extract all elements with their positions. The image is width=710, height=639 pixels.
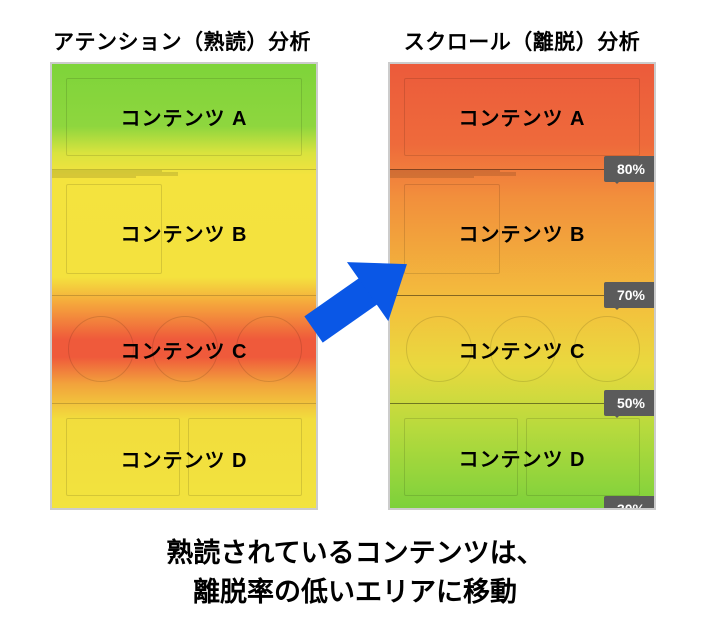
attention-row-a: コンテンツ A <box>52 64 316 170</box>
row-label-b: コンテンツ B <box>52 170 316 295</box>
scroll-row-a: コンテンツ A <box>390 64 654 170</box>
caption-line-2: 離脱率の低いエリアに移動 <box>0 573 710 612</box>
attention-row-b: コンテンツ B <box>52 170 316 296</box>
row-label-a: コンテンツ A <box>390 64 654 169</box>
scroll-badge-50: 50% <box>604 390 656 416</box>
scroll-badge-80: 80% <box>604 156 656 182</box>
scroll-heatmap-panel: コンテンツ A コンテンツ B コンテンツ C コンテンツ D 80% 70% … <box>388 62 656 510</box>
attention-row-d: コンテンツ D <box>52 404 316 510</box>
row-label-c: コンテンツ C <box>52 296 316 403</box>
scroll-badge-70: 70% <box>604 282 656 308</box>
scroll-panel-title: スクロール（離脱）分析 <box>382 26 662 56</box>
diagram-caption: 熟読されているコンテンツは、 離脱率の低いエリアに移動 <box>0 534 710 612</box>
scroll-badge-30: 30% <box>604 496 656 510</box>
attention-panel-title: アテンション（熟読）分析 <box>42 26 322 56</box>
row-label-d: コンテンツ D <box>52 404 316 510</box>
caption-line-1: 熟読されているコンテンツは、 <box>0 534 710 573</box>
row-label-a: コンテンツ A <box>52 64 316 169</box>
attention-row-c: コンテンツ C <box>52 296 316 404</box>
attention-heatmap-panel: コンテンツ A コンテンツ B コンテンツ C コンテンツ D <box>50 62 318 510</box>
